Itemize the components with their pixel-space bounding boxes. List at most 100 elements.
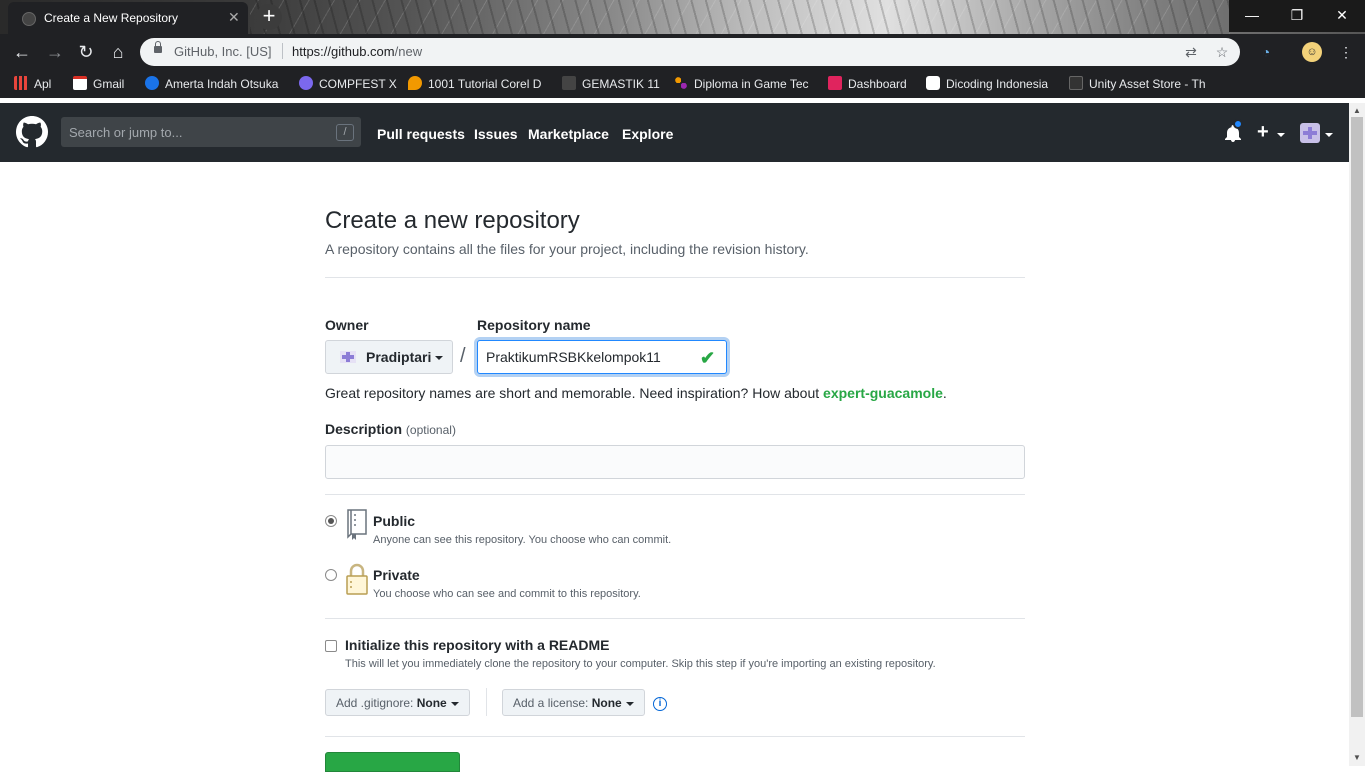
bookmark-icon — [145, 76, 159, 90]
readme-option-title[interactable]: Initialize this repository with a README — [345, 637, 609, 653]
bookmarks-bar: Apl Gmail Amerta Indah Otsuka COMPFEST X… — [0, 70, 1365, 98]
forward-button[interactable]: → — [44, 41, 66, 63]
gitignore-select-button[interactable]: Add .gitignore: None — [325, 689, 470, 716]
valid-check-icon: ✔ — [700, 348, 716, 368]
private-option-note: You choose who can see and commit to thi… — [373, 588, 641, 600]
dicoding-icon — [926, 76, 940, 90]
dashboard-icon — [828, 76, 842, 90]
unread-dot — [1233, 119, 1243, 129]
hint-text: Great repository names are short and mem… — [325, 385, 824, 401]
nav-pull-requests[interactable]: Pull requests — [377, 126, 465, 142]
github-header: Search or jump to... / Pull requests Iss… — [0, 103, 1349, 162]
public-radio[interactable] — [325, 515, 337, 527]
owner-caret-icon — [435, 356, 444, 361]
bookmark-gemastik[interactable]: GEMASTIK 11 — [562, 76, 660, 92]
description-input[interactable] — [325, 445, 1025, 479]
bookmark-label: GEMASTIK 11 — [582, 77, 660, 91]
scroll-up-arrow-icon[interactable]: ▲ — [1353, 106, 1361, 115]
translate-icon[interactable]: ⇄ — [1182, 43, 1200, 61]
bookmark-label: Amerta Indah Otsuka — [165, 77, 279, 91]
bookmark-dicoding[interactable]: Dicoding Indonesia — [926, 76, 1048, 92]
public-option-note: Anyone can see this repository. You choo… — [373, 534, 672, 546]
bookmark-apl[interactable]: Apl — [14, 76, 51, 92]
readme-checkbox[interactable] — [325, 640, 337, 652]
close-window-button[interactable]: ✕ — [1319, 0, 1365, 30]
bookmark-label: 1001 Tutorial Corel D — [428, 77, 542, 91]
bookmark-diploma[interactable]: Diploma in Game Tec — [674, 76, 809, 92]
identicon-icon — [1303, 127, 1317, 139]
repository-name-label: Repository name — [477, 317, 591, 333]
gitignore-caret-icon — [450, 701, 459, 706]
bookmark-corel[interactable]: 1001 Tutorial Corel D — [408, 76, 541, 92]
bookmark-label: COMPFEST X — [319, 77, 397, 91]
restore-button[interactable]: ❐ — [1274, 0, 1320, 30]
back-button[interactable]: ← — [11, 41, 33, 63]
profile-avatar-icon[interactable]: ☺ — [1302, 42, 1322, 62]
tab-close-icon[interactable]: ✕ — [228, 9, 240, 26]
url-text[interactable]: https://github.com/new — [292, 44, 422, 59]
github-logo-icon[interactable] — [16, 116, 48, 148]
repository-name-input[interactable] — [486, 349, 696, 365]
license-caret-icon — [625, 701, 634, 706]
info-icon[interactable]: i — [653, 697, 667, 711]
omnibox-divider — [282, 43, 283, 59]
active-tab[interactable]: Create a New Repository ✕ — [8, 2, 248, 34]
unity-icon — [1069, 76, 1083, 90]
description-label: Description (optional) — [325, 421, 456, 437]
minimize-button[interactable]: — — [1229, 0, 1275, 30]
owner-value: Pradiptari — [366, 349, 432, 365]
repo-book-icon — [347, 509, 367, 540]
bookmark-compfest[interactable]: COMPFEST X — [299, 76, 397, 92]
home-button[interactable]: ⌂ — [107, 41, 129, 63]
license-select-button[interactable]: Add a license: None — [502, 689, 645, 716]
bookmark-label: Apl — [34, 77, 52, 91]
browser-tab-strip: Create a New Repository ✕ + — ❐ ✕ — [0, 0, 1365, 34]
public-option-title[interactable]: Public — [373, 513, 415, 529]
bookmark-star-icon[interactable]: ☆ — [1213, 43, 1231, 61]
private-option-title[interactable]: Private — [373, 567, 420, 583]
bookmark-label: Gmail — [93, 77, 125, 91]
gitignore-value: None — [416, 696, 447, 710]
repository-name-field[interactable]: ✔ — [477, 340, 727, 374]
bookmark-unity[interactable]: Unity Asset Store - Th — [1069, 76, 1206, 92]
owner-label: Owner — [325, 317, 369, 333]
tab-title: Create a New Repository — [44, 11, 179, 25]
bookmark-label: Dicoding Indonesia — [946, 77, 1049, 91]
search-shortcut-badge: / — [336, 124, 354, 141]
owner-identicon-icon — [340, 351, 356, 363]
bookmark-gmail[interactable]: Gmail — [73, 76, 124, 92]
user-avatar[interactable] — [1300, 123, 1320, 143]
extension-icon[interactable]: ◔ — [1256, 42, 1276, 62]
address-bar[interactable]: GitHub, Inc. [US] https://github.com/new… — [140, 38, 1240, 66]
create-caret-icon[interactable] — [1277, 133, 1285, 137]
page-scrollbar[interactable]: ▲ ▼ — [1349, 103, 1365, 766]
repository-name-hint: Great repository names are short and mem… — [325, 385, 947, 401]
scrollbar-thumb[interactable] — [1351, 117, 1363, 717]
bookmark-dashboard[interactable]: Dashboard — [828, 76, 907, 92]
optional-tag: (optional) — [405, 423, 456, 437]
private-radio[interactable] — [325, 569, 337, 581]
divider — [325, 618, 1025, 619]
bookmark-amerta[interactable]: Amerta Indah Otsuka — [145, 76, 278, 92]
name-suggestion-link[interactable]: expert-guacamole — [823, 385, 943, 401]
lock-icon — [346, 563, 368, 595]
reload-button[interactable]: ↻ — [75, 41, 97, 63]
nav-explore[interactable]: Explore — [622, 126, 673, 142]
divider — [325, 736, 1025, 737]
chrome-menu-icon[interactable]: ⋮ — [1336, 42, 1356, 62]
create-new-plus-icon[interactable]: + — [1257, 121, 1269, 144]
scroll-down-arrow-icon[interactable]: ▼ — [1353, 753, 1361, 762]
search-placeholder: Search or jump to... — [69, 125, 183, 140]
nav-marketplace[interactable]: Marketplace — [528, 126, 609, 142]
lock-icon[interactable] — [154, 41, 162, 53]
user-menu-caret-icon[interactable] — [1325, 133, 1333, 137]
nav-issues[interactable]: Issues — [474, 126, 518, 142]
compfest-icon — [299, 76, 313, 90]
owner-select-button[interactable]: Pradiptari — [325, 340, 453, 374]
create-repository-button[interactable] — [325, 752, 460, 772]
page-subtitle: A repository contains all the files for … — [325, 241, 809, 257]
site-identity[interactable]: GitHub, Inc. [US] — [174, 44, 272, 59]
search-input[interactable]: Search or jump to... / — [61, 117, 361, 147]
gemastik-icon — [562, 76, 576, 90]
new-tab-button[interactable]: + — [256, 4, 282, 30]
